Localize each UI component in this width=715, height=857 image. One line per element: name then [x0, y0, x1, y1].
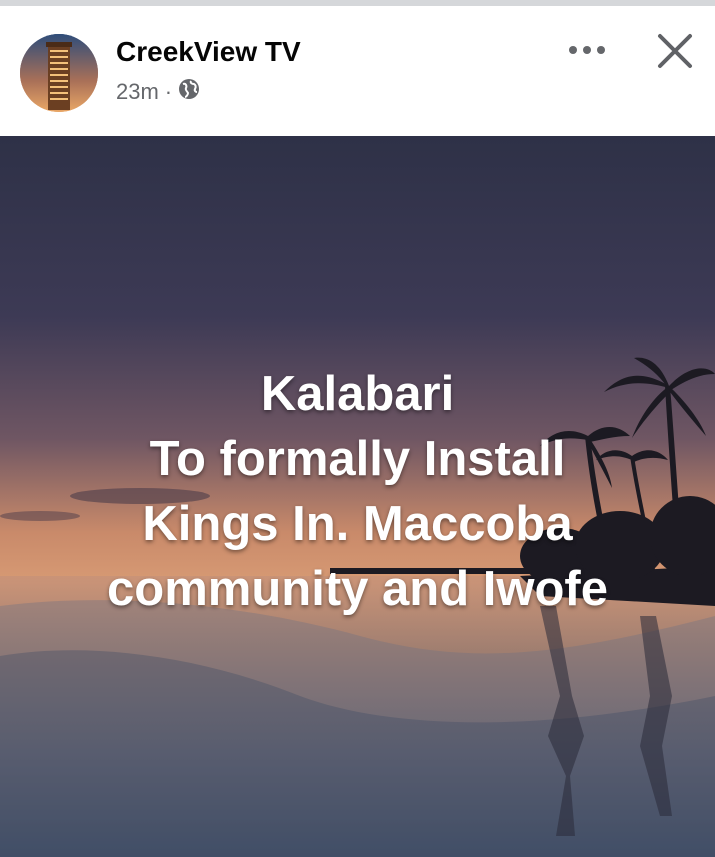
close-icon — [658, 34, 692, 68]
post-text-overlay: Kalabari To formally Install Kings In. M… — [0, 362, 715, 622]
globe-icon — [178, 78, 200, 106]
post-image[interactable]: Kalabari To formally Install Kings In. M… — [0, 136, 715, 857]
meta-separator: · — [164, 79, 173, 104]
close-button[interactable] — [652, 28, 698, 74]
post-header: CreekView TV 23m · — [0, 6, 715, 136]
avatar[interactable] — [20, 34, 98, 112]
post-meta: 23m · — [116, 78, 200, 106]
post-text-line: community and Iwofe — [107, 562, 608, 616]
page-name[interactable]: CreekView TV — [116, 36, 301, 68]
post-text-line: Kings In. Maccoba — [142, 497, 573, 551]
post-timestamp[interactable]: 23m — [116, 79, 159, 105]
more-options-button[interactable] — [562, 30, 612, 70]
post-text-line: To formally Install — [149, 432, 566, 486]
post-text-line: Kalabari — [260, 367, 455, 421]
more-options-icon — [569, 46, 605, 54]
avatar-tower-image — [20, 34, 98, 112]
